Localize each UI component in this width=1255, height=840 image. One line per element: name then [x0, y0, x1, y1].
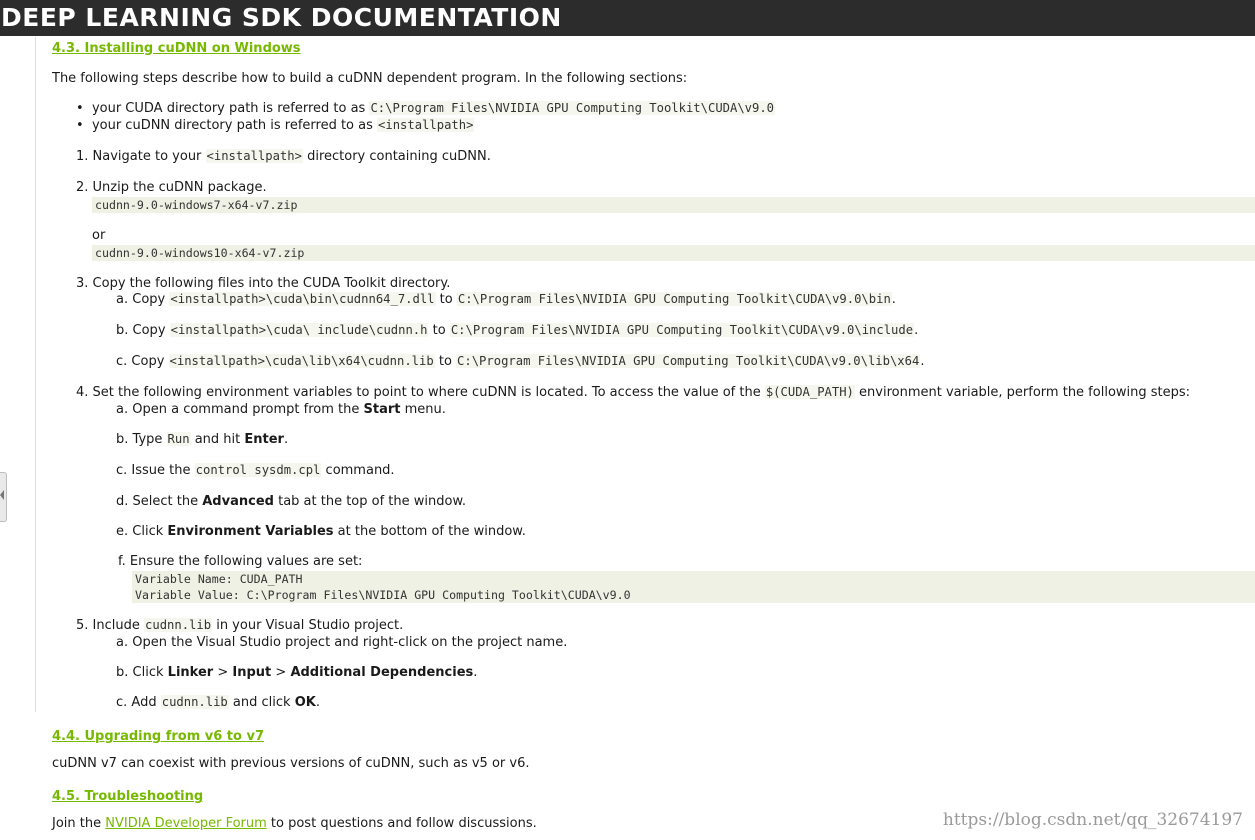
step-4b: b. Type Run and hit Enter.: [116, 432, 289, 447]
step-5: 5. Include cudnn.lib in your Visual Stud…: [76, 618, 404, 633]
section-4-3-heading[interactable]: 4.3. Installing cuDNN on Windows: [52, 40, 301, 57]
code-installpath: <installpath>: [205, 149, 303, 163]
chevron-left-icon: [0, 490, 4, 500]
step-5a: a. Open the Visual Studio project and ri…: [116, 635, 568, 650]
code-cuda-path: C:\Program Files\NVIDIA GPU Computing To…: [369, 101, 776, 115]
step-4: 4. Set the following environment variabl…: [76, 385, 1191, 400]
step-4d: d. Select the Advanced tab at the top of…: [116, 494, 467, 509]
step-5b: b. Click Linker > Input > Additional Dep…: [116, 665, 478, 680]
step-4f: f. Ensure the following values are set:: [118, 554, 363, 569]
code-installpath: <installpath>: [377, 118, 475, 132]
watermark: https://blog.csdn.net/qq_32674197: [942, 810, 1243, 830]
code-block-env-vars: Variable Name: CUDA_PATH Variable Value:…: [132, 571, 1255, 603]
bullet-dot-icon: •: [76, 101, 84, 116]
step-3b: b. Copy <installpath>\cuda\ include\cudn…: [116, 323, 919, 338]
sidebar-toggle-button[interactable]: [0, 472, 7, 522]
bullet-cuda-path: • your CUDA directory path is referred t…: [76, 101, 776, 116]
section-4-4-heading[interactable]: 4.4. Upgrading from v6 to v7: [52, 728, 264, 745]
or-text: or: [92, 228, 106, 243]
header-bar: DEEP LEARNING SDK DOCUMENTATION: [0, 0, 1255, 36]
step-3a: a. Copy <installpath>\cuda\bin\cudnn64_7…: [116, 292, 896, 307]
sidebar-divider: [35, 37, 36, 712]
step-5c: c. Add cudnn.lib and click OK.: [116, 695, 320, 710]
section-4-4-text: cuDNN v7 can coexist with previous versi…: [52, 756, 530, 771]
bullet-dot-icon: •: [76, 118, 84, 133]
developer-forum-link[interactable]: NVIDIA Developer Forum: [105, 816, 267, 831]
intro-text: The following steps describe how to buil…: [52, 71, 688, 86]
step-4e: e. Click Environment Variables at the bo…: [116, 524, 526, 539]
code-block-zip-win7: cudnn-9.0-windows7-x64-v7.zip: [92, 197, 1255, 213]
header-title: DEEP LEARNING SDK DOCUMENTATION: [1, 3, 562, 32]
step-3c: c. Copy <installpath>\cuda\lib\x64\cudnn…: [116, 354, 925, 369]
step-4c: c. Issue the control sysdm.cpl command.: [116, 463, 395, 478]
section-4-5-heading[interactable]: 4.5. Troubleshooting: [52, 788, 203, 805]
step-3: 3. Copy the following files into the CUD…: [76, 276, 451, 291]
bullet-cudnn-path: • your cuDNN directory path is referred …: [76, 118, 475, 133]
section-4-5-text: Join the NVIDIA Developer Forum to post …: [52, 816, 537, 831]
step-4a: a. Open a command prompt from the Start …: [116, 402, 446, 417]
code-block-zip-win10: cudnn-9.0-windows10-x64-v7.zip: [92, 245, 1255, 261]
step-1: 1. Navigate to your <installpath> direct…: [76, 149, 491, 164]
step-2: 2. Unzip the cuDNN package.: [76, 180, 267, 195]
